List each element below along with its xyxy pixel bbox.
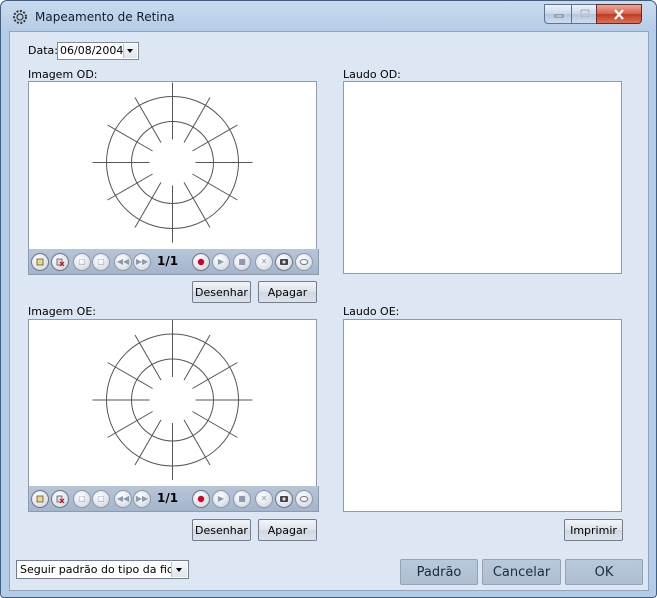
close-button[interactable]: [596, 4, 642, 24]
next-icon[interactable]: ▶▶: [133, 253, 151, 271]
default-button[interactable]: Padrão: [400, 559, 478, 585]
cancel-icon[interactable]: ✕: [255, 490, 273, 508]
radial-spoke: [107, 173, 153, 201]
delete-image-icon[interactable]: [51, 490, 69, 508]
stop-icon[interactable]: ■: [233, 253, 251, 271]
retina-diagram-od: [92, 82, 253, 243]
previous-icon[interactable]: ◀◀: [114, 253, 132, 271]
close-icon: [614, 8, 624, 20]
record-icon[interactable]: [192, 490, 210, 508]
maximize-button[interactable]: [571, 4, 598, 24]
paste-icon[interactable]: ▢: [92, 253, 110, 271]
radial-spoke: [192, 173, 238, 201]
image-od-canvas[interactable]: [28, 81, 317, 250]
minimize-icon: [554, 14, 563, 18]
template-dropdown-button[interactable]: [171, 562, 187, 577]
ellipse-icon[interactable]: [295, 490, 313, 508]
play-icon[interactable]: ▶: [212, 490, 230, 508]
draw-od-button[interactable]: Desenhar: [192, 281, 251, 303]
print-button[interactable]: Imprimir: [564, 519, 623, 541]
play-icon[interactable]: ▶: [212, 253, 230, 271]
delete-image-icon[interactable]: [51, 253, 69, 271]
radial-spoke: [192, 362, 238, 389]
template-select[interactable]: Seguir padrão do tipo da ficha: [16, 560, 189, 579]
radial-spoke: [134, 182, 162, 228]
cancel-button[interactable]: Cancelar: [482, 559, 561, 585]
report-od-textarea[interactable]: [343, 81, 622, 274]
radial-spoke: [183, 334, 211, 381]
image-oe-label: Imagem OE:: [28, 305, 96, 318]
dialog-window: Mapeamento de Retina Data: 06/08/2004 Im…: [0, 0, 657, 598]
retina-diagram-oe: [92, 320, 253, 480]
next-icon[interactable]: ▶▶: [133, 490, 151, 508]
image-counter: 1/1: [157, 491, 179, 505]
radial-spoke: [107, 124, 153, 152]
report-oe-textarea[interactable]: [343, 319, 622, 512]
image-counter: 1/1: [157, 254, 179, 268]
chevron-down-icon: [127, 49, 133, 53]
radial-spoke: [107, 411, 153, 438]
window-title: Mapeamento de Retina: [35, 10, 175, 24]
dialog-client-area: Data: 06/08/2004 Imagem OD: Laudo OD: ▢ …: [9, 31, 649, 591]
radial-spoke: [192, 411, 238, 438]
radial-spoke: [183, 419, 211, 466]
report-od-label: Laudo OD:: [343, 68, 401, 81]
erase-od-button[interactable]: Apagar: [258, 281, 317, 303]
ok-button[interactable]: OK: [565, 559, 643, 585]
minimize-button[interactable]: [544, 4, 573, 24]
radial-spoke: [192, 124, 238, 152]
new-image-icon[interactable]: [31, 253, 49, 271]
radial-spoke: [183, 182, 211, 228]
radial-spoke: [134, 97, 162, 143]
ellipse-icon[interactable]: [295, 253, 313, 271]
image-oe-canvas[interactable]: [28, 319, 317, 487]
image-od-toolbar: ▢ ▢ ◀◀ ▶▶ 1/1 ▶ ■ ✕: [28, 249, 319, 275]
camera-icon[interactable]: [275, 490, 293, 508]
radial-spoke: [107, 362, 153, 389]
title-bar[interactable]: Mapeamento de Retina: [1, 1, 656, 31]
radial-spoke: [183, 97, 211, 143]
image-oe-toolbar: ▢ ▢ ◀◀ ▶▶ 1/1 ▶ ■ ✕: [28, 486, 319, 512]
image-od-label: Imagem OD:: [28, 68, 98, 81]
gear-app-icon: [13, 10, 27, 24]
record-icon[interactable]: [192, 253, 210, 271]
erase-oe-button[interactable]: Apagar: [258, 519, 317, 541]
previous-icon[interactable]: ◀◀: [114, 490, 132, 508]
date-picker[interactable]: 06/08/2004: [57, 42, 139, 60]
new-image-icon[interactable]: [31, 490, 49, 508]
paste-icon[interactable]: ▢: [92, 490, 110, 508]
date-dropdown-button[interactable]: [123, 44, 137, 58]
copy-icon[interactable]: ▢: [73, 253, 91, 271]
date-value: 06/08/2004: [60, 44, 124, 57]
date-label: Data:: [28, 44, 58, 57]
radial-spoke: [134, 419, 162, 466]
radial-spoke: [134, 334, 162, 381]
maximize-icon: [579, 9, 590, 18]
chevron-down-icon: [176, 568, 182, 572]
cancel-icon[interactable]: ✕: [255, 253, 273, 271]
camera-icon[interactable]: [275, 253, 293, 271]
stop-icon[interactable]: ■: [233, 490, 251, 508]
copy-icon[interactable]: ▢: [73, 490, 91, 508]
template-select-value: Seguir padrão do tipo da ficha: [20, 563, 187, 576]
report-oe-label: Laudo OE:: [343, 305, 400, 318]
draw-oe-button[interactable]: Desenhar: [192, 519, 251, 541]
